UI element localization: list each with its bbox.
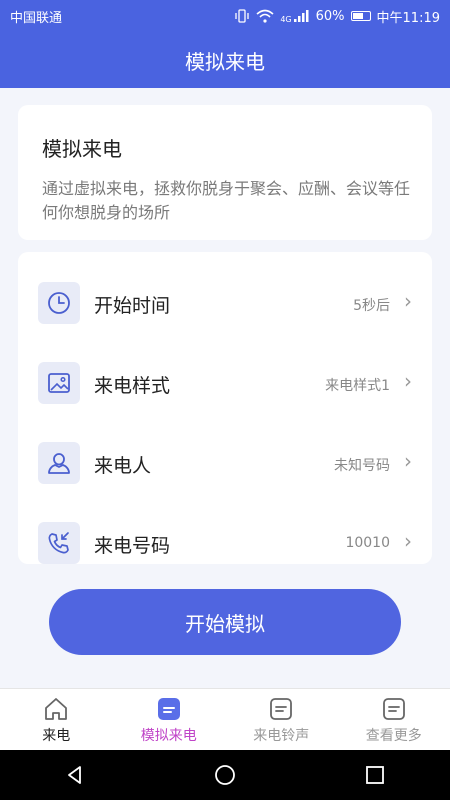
home-circle-icon [215,765,235,785]
network-type: 4G [280,14,292,24]
intro-card: 模拟来电 通过虚拟来电，拯救你脱身于聚会、应酬、会议等任何你想脱身的场所 [18,105,432,240]
status-bar: 中国联通 4G 60% 中午11:19 [0,0,450,32]
settings-row-caller-number[interactable]: 来电号码 10010 › [18,507,432,564]
phone-incoming-icon [38,522,80,564]
tab-more[interactable]: 查看更多 [338,689,450,751]
tab-ringtone[interactable]: 来电铃声 [225,689,338,751]
recents-button[interactable] [355,755,395,795]
app-header: 模拟来电 [0,32,450,88]
settings-row-call-style[interactable]: 来电样式 来电样式1 › [18,347,432,427]
settings-row-value: 10010 [345,535,390,551]
battery-icon [350,11,371,21]
settings-row-label: 开始时间 [94,295,171,317]
image-icon [38,362,80,404]
back-triangle-icon [68,766,81,784]
chevron-right-icon: › [404,529,412,553]
doc-icon [270,698,293,720]
battery-percent: 60% [315,8,345,24]
tab-incoming-call[interactable]: 来电 [0,689,113,751]
signal-icon [293,10,309,22]
start-simulation-button[interactable]: 开始模拟 [49,589,401,655]
doc-icon [382,698,405,720]
wifi-icon [256,9,274,23]
chevron-right-icon: › [404,449,412,473]
settings-row-value: 5秒后 [353,298,390,314]
chevron-right-icon: › [404,289,412,313]
status-indicators: 4G 60% 中午11:19 [234,7,440,26]
tab-label: 模拟来电 [140,728,197,744]
back-button[interactable] [55,755,95,795]
start-simulation-label: 开始模拟 [185,611,265,636]
carrier-label: 中国联通 [10,10,63,26]
doc-icon [157,698,180,720]
chevron-right-icon: › [404,369,412,393]
home-icon [45,698,68,720]
clock-time: 中午11:19 [376,10,440,26]
tab-simulate-call[interactable]: 模拟来电 [113,689,226,751]
settings-card: 开始时间 5秒后 › 来电样式 来电样式1 › 来电人 未知号码 › 来电号码 … [18,252,432,564]
settings-row-label: 来电号码 [94,535,171,557]
settings-row-label: 来电人 [94,455,152,477]
clock-icon [38,282,80,324]
settings-row-caller[interactable]: 来电人 未知号码 › [18,427,432,507]
bottom-tab-bar: 来电 模拟来电 来电铃声 查看更多 [0,688,450,751]
recents-square-icon [366,766,384,784]
tab-label: 来电 [42,728,71,744]
home-button[interactable] [205,755,245,795]
person-icon [38,442,80,484]
intro-description: 通过虚拟来电，拯救你脱身于聚会、应酬、会议等任何你想脱身的场所 [42,179,411,222]
tab-label: 查看更多 [365,728,422,744]
settings-row-value: 来电样式1 [325,378,390,394]
settings-row-start-time[interactable]: 开始时间 5秒后 › [18,267,432,347]
vibrate-icon [235,9,249,23]
tab-label: 来电铃声 [253,728,310,744]
settings-row-value: 未知号码 [334,458,390,474]
page-title: 模拟来电 [185,49,265,74]
intro-title: 模拟来电 [42,137,122,161]
system-nav-bar [0,750,450,800]
settings-row-label: 来电样式 [94,375,171,397]
